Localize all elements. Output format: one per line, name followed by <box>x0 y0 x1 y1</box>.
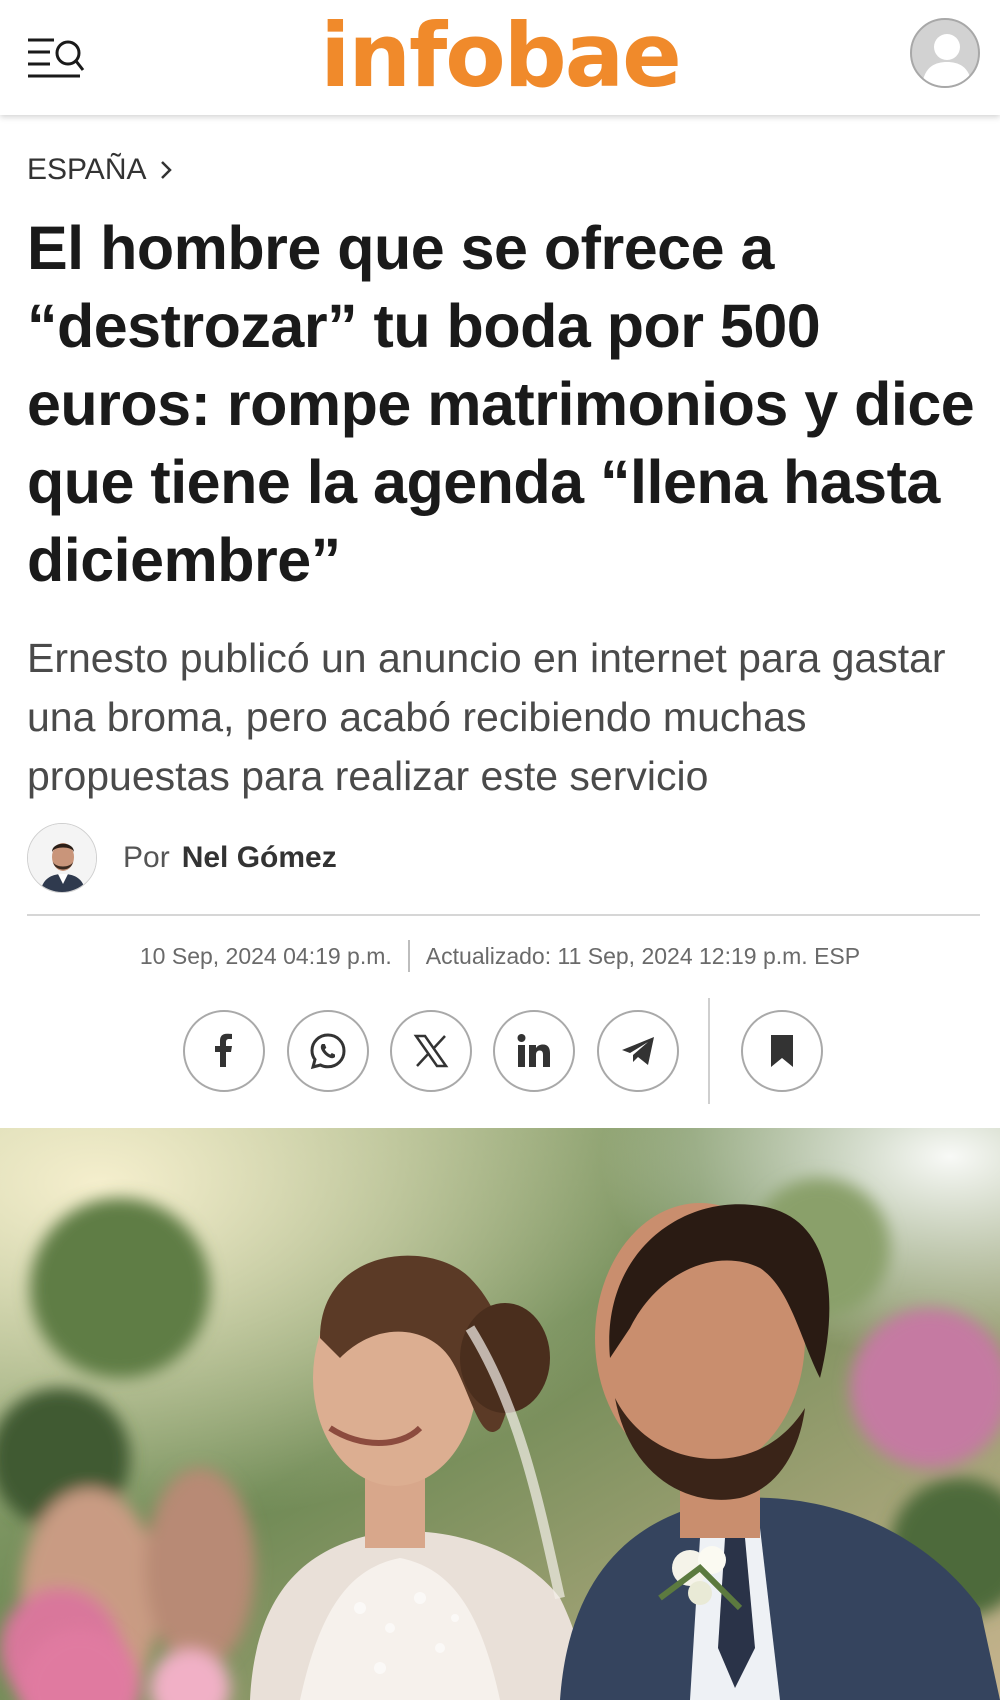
wedding-photo <box>0 1128 1000 1700</box>
author-photo-icon <box>28 824 96 892</box>
article-deck: Ernesto publicó un anuncio en internet p… <box>27 635 946 799</box>
top-bar: infobae <box>0 0 1000 115</box>
divider <box>27 914 980 916</box>
section-label[interactable]: ESPAÑA <box>27 153 147 187</box>
author-name-link[interactable]: Nel Gómez <box>182 841 337 875</box>
whatsapp-icon <box>310 1033 346 1070</box>
telegram-icon <box>622 1037 654 1065</box>
article-header: ESPAÑA El hombre que se ofrece a “destro… <box>27 115 977 806</box>
article-dates: 10 Sep, 2024 04:19 p.m. Actualizado: 11 … <box>0 940 1000 972</box>
share-separator <box>708 998 710 1104</box>
breadcrumb[interactable]: ESPAÑA <box>27 153 173 187</box>
share-facebook-button[interactable] <box>183 1010 265 1092</box>
author-avatar[interactable] <box>27 823 97 893</box>
date-separator <box>407 940 410 972</box>
facebook-icon <box>215 1033 232 1067</box>
share-linkedin-button[interactable] <box>493 1010 575 1092</box>
account-button[interactable] <box>910 18 980 88</box>
byline: Por Nel Gómez <box>27 822 337 894</box>
save-bookmark-button[interactable] <box>741 1010 823 1092</box>
chevron-right-icon <box>160 161 172 179</box>
published-date: 10 Sep, 2024 04:19 p.m. <box>139 942 392 969</box>
x-icon <box>413 1034 449 1068</box>
byline-prefix: Por <box>123 841 170 874</box>
share-telegram-button[interactable] <box>597 1010 679 1092</box>
linkedin-icon <box>517 1034 550 1067</box>
bookmark-icon <box>771 1035 793 1067</box>
share-whatsapp-button[interactable] <box>287 1010 369 1092</box>
site-logo[interactable]: infobae <box>0 6 1000 106</box>
hero-image[interactable] <box>0 1128 1000 1700</box>
share-x-button[interactable] <box>390 1010 472 1092</box>
updated-date: Actualizado: 11 Sep, 2024 12:19 p.m. ESP <box>425 942 861 969</box>
headline: El hombre que se ofrece a “destrozar” tu… <box>27 214 975 594</box>
